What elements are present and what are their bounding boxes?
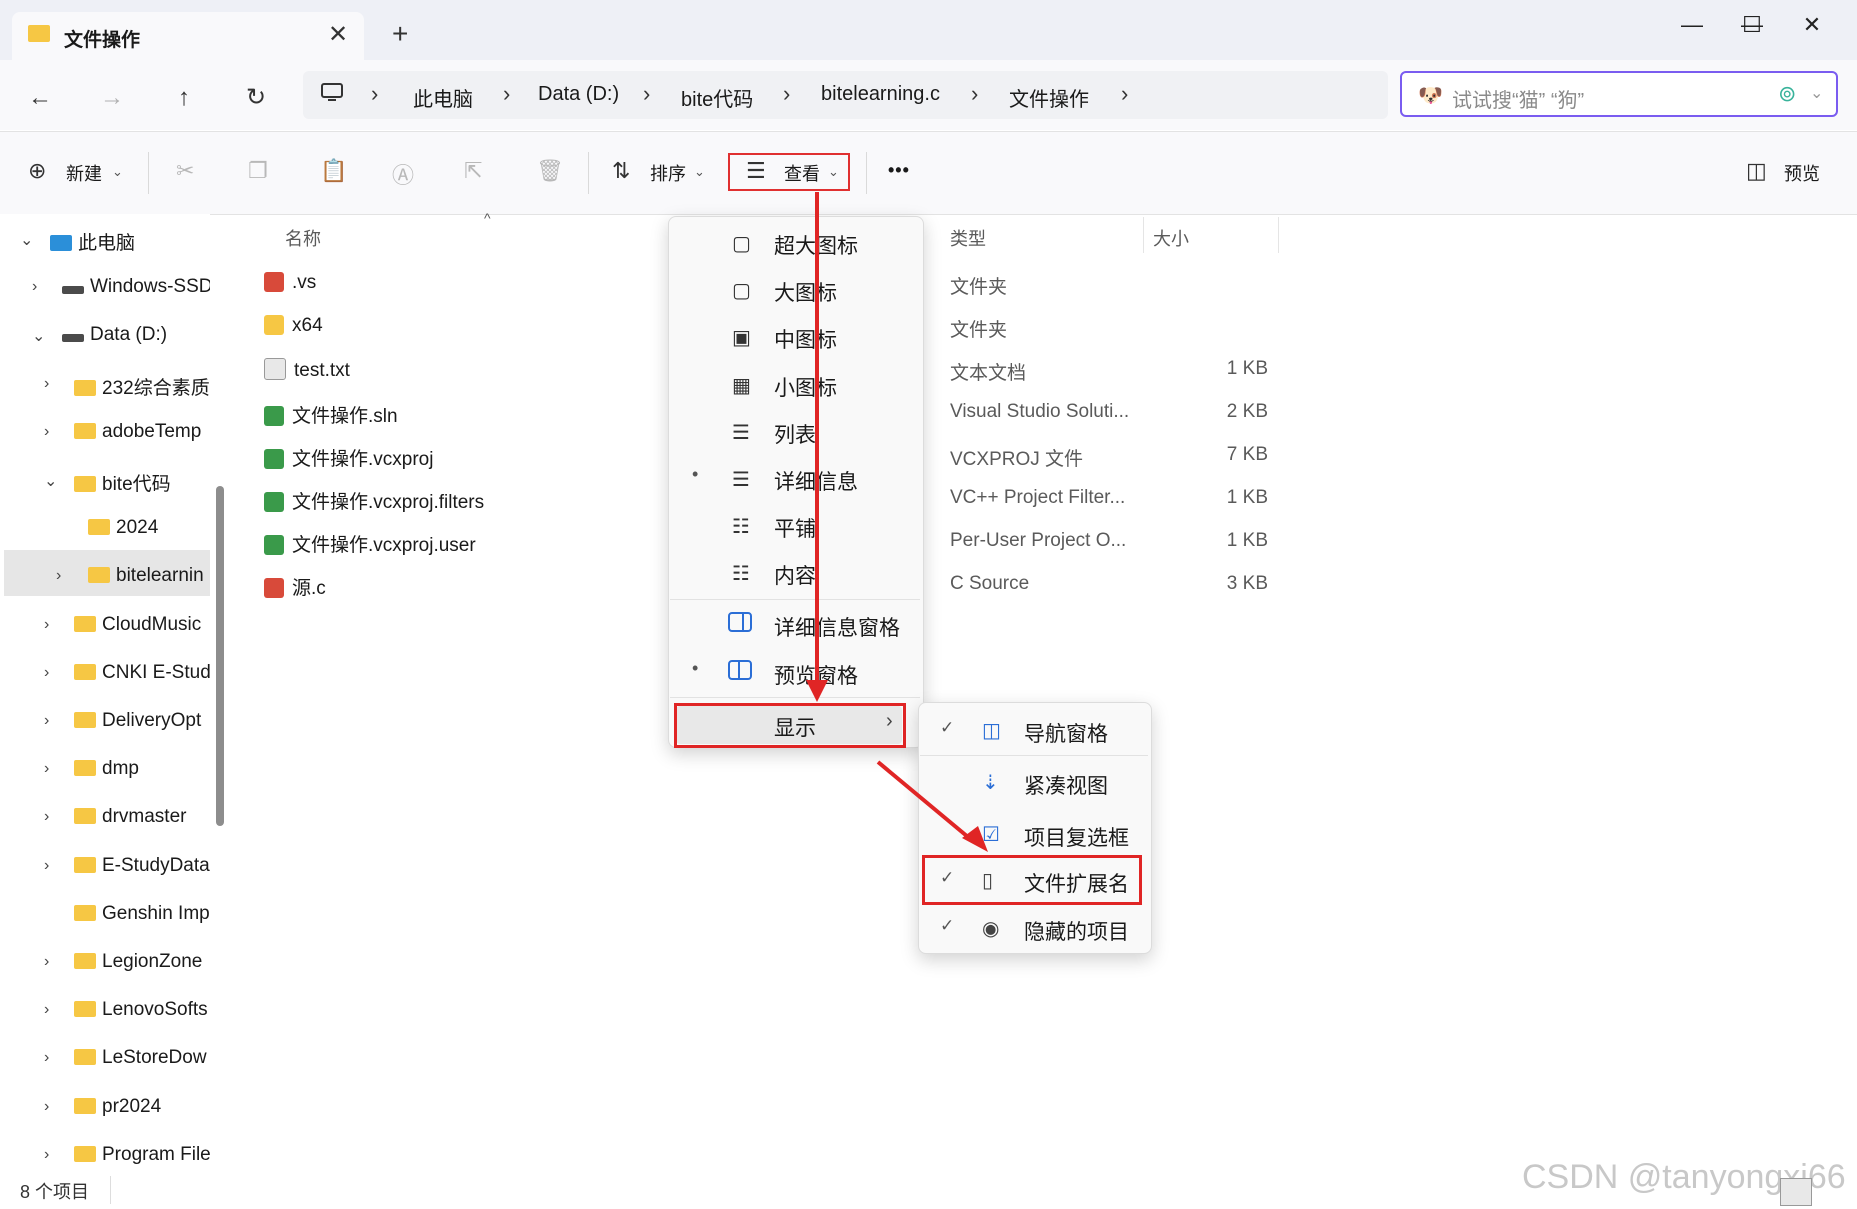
arrow-head-1 [806,680,828,702]
arrow-head-2 [962,826,988,852]
details-view-toggle[interactable] [1780,1178,1812,1206]
annotation-arrows [806,192,988,852]
arrow-line-2 [876,760,976,844]
status-divider [110,1176,111,1204]
status-item-count: 8 个项目 [20,1182,90,1202]
